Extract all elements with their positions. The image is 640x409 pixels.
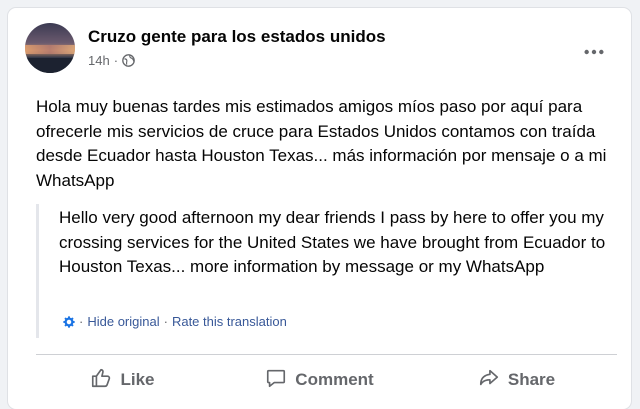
rate-translation-link[interactable]: Rate this translation [172,314,287,329]
post-card: Cruzo gente para los estados unidos 14h … [8,8,631,409]
hide-original-link[interactable]: Hide original [87,314,159,329]
share-label: Share [507,370,556,389]
post-time[interactable]: 14h [88,53,110,68]
like-button[interactable]: Like [24,358,221,402]
action-bar: Like Comment Share [24,358,615,402]
avatar-sunset [25,45,75,54]
action-divider [36,354,617,355]
translation-separator: · [163,314,168,329]
like-label: Like [120,370,155,389]
meta-separator: · [113,53,119,68]
translation-text: Hello very good afternoon my dear friend… [59,208,606,276]
comment-button[interactable]: Comment [221,358,418,402]
share-icon [478,367,500,394]
post-text: Hola muy buenas tardes mis estimados ami… [36,97,607,190]
comment-icon [265,367,287,394]
translation-separator: · [79,314,84,329]
comment-label: Comment [295,370,374,389]
globe-icon[interactable] [122,54,135,67]
more-options-icon[interactable] [579,37,609,67]
translation-block: Hello very good afternoon my dear friend… [36,204,608,338]
share-button[interactable]: Share [418,358,615,402]
like-icon [90,367,112,394]
post-meta: 14h · [88,53,135,68]
translation-links: · Hide original · Rate this translation [63,314,287,329]
post-header: Cruzo gente para los estados unidos 14h … [25,23,617,83]
author-name[interactable]: Cruzo gente para los estados unidos [88,27,386,47]
gear-icon[interactable] [63,315,75,328]
avatar-shore [25,58,75,73]
avatar[interactable] [25,23,75,73]
